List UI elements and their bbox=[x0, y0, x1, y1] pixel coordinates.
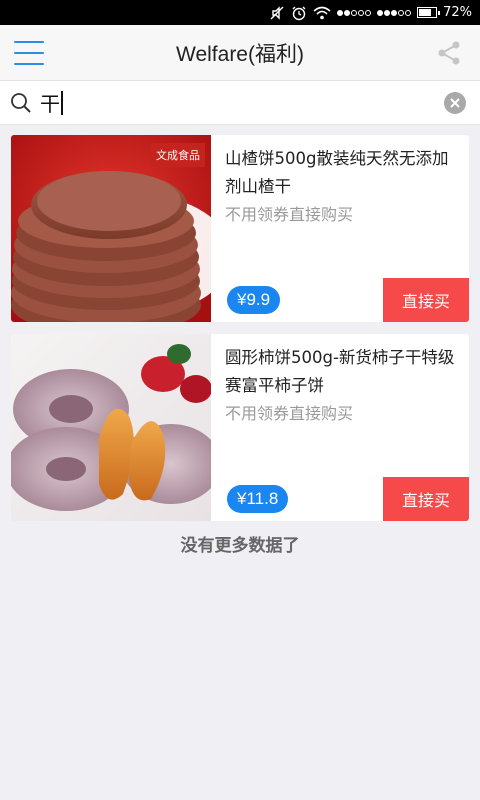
signal-2-icon bbox=[377, 9, 412, 16]
alarm-icon bbox=[291, 5, 307, 21]
product-info: 圆形柿饼500g-新货柿子干特级 赛富平柿子饼 不用领券直接购买 ¥11.8 直… bbox=[211, 334, 469, 521]
price-badge: ¥11.8 bbox=[227, 485, 289, 513]
status-bar: 72% bbox=[0, 0, 480, 25]
product-name: 圆形柿饼500g-新货柿子干特级 赛富平柿子饼 bbox=[225, 348, 455, 395]
clear-icon[interactable] bbox=[444, 92, 466, 114]
buy-button[interactable]: 直接买 bbox=[383, 278, 469, 322]
app-header: Welfare(福利) bbox=[0, 25, 480, 81]
share-icon[interactable] bbox=[436, 41, 462, 65]
signal-1-icon bbox=[337, 9, 372, 16]
menu-icon[interactable] bbox=[14, 41, 44, 65]
wifi-icon bbox=[313, 6, 331, 20]
battery-icon bbox=[417, 7, 441, 18]
product-info: 山楂饼500g散装纯天然无添加剂山楂干 不用领券直接购买 ¥9.9 直接买 bbox=[211, 135, 469, 322]
mute-icon bbox=[269, 5, 285, 21]
price-badge: ¥9.9 bbox=[227, 286, 281, 314]
page-title: Welfare(福利) bbox=[176, 42, 304, 66]
search-input[interactable] bbox=[40, 82, 420, 123]
search-icon bbox=[10, 92, 32, 114]
product-card[interactable]: 文成食品 山楂饼500g散装纯天然无添加剂山楂干 不用领券直接购买 ¥9.9 直… bbox=[11, 135, 469, 322]
search-bar bbox=[0, 81, 480, 125]
product-image: 文成食品 bbox=[11, 135, 211, 322]
product-image bbox=[11, 334, 211, 521]
no-more-data-text: 没有更多数据了 bbox=[180, 536, 300, 556]
product-list: 文成食品 山楂饼500g散装纯天然无添加剂山楂干 不用领券直接购买 ¥9.9 直… bbox=[0, 125, 480, 556]
buy-button[interactable]: 直接买 bbox=[383, 477, 469, 521]
product-note: 不用领券直接购买 bbox=[225, 404, 354, 423]
product-note: 不用领券直接购买 bbox=[225, 205, 354, 224]
battery-level: 72% bbox=[443, 5, 472, 20]
product-card[interactable]: 圆形柿饼500g-新货柿子干特级 赛富平柿子饼 不用领券直接购买 ¥11.8 直… bbox=[11, 334, 469, 521]
text-cursor bbox=[61, 91, 63, 115]
product-brand-text: 文成食品 bbox=[156, 148, 200, 162]
product-name: 山楂饼500g散装纯天然无添加剂山楂干 bbox=[225, 149, 449, 196]
